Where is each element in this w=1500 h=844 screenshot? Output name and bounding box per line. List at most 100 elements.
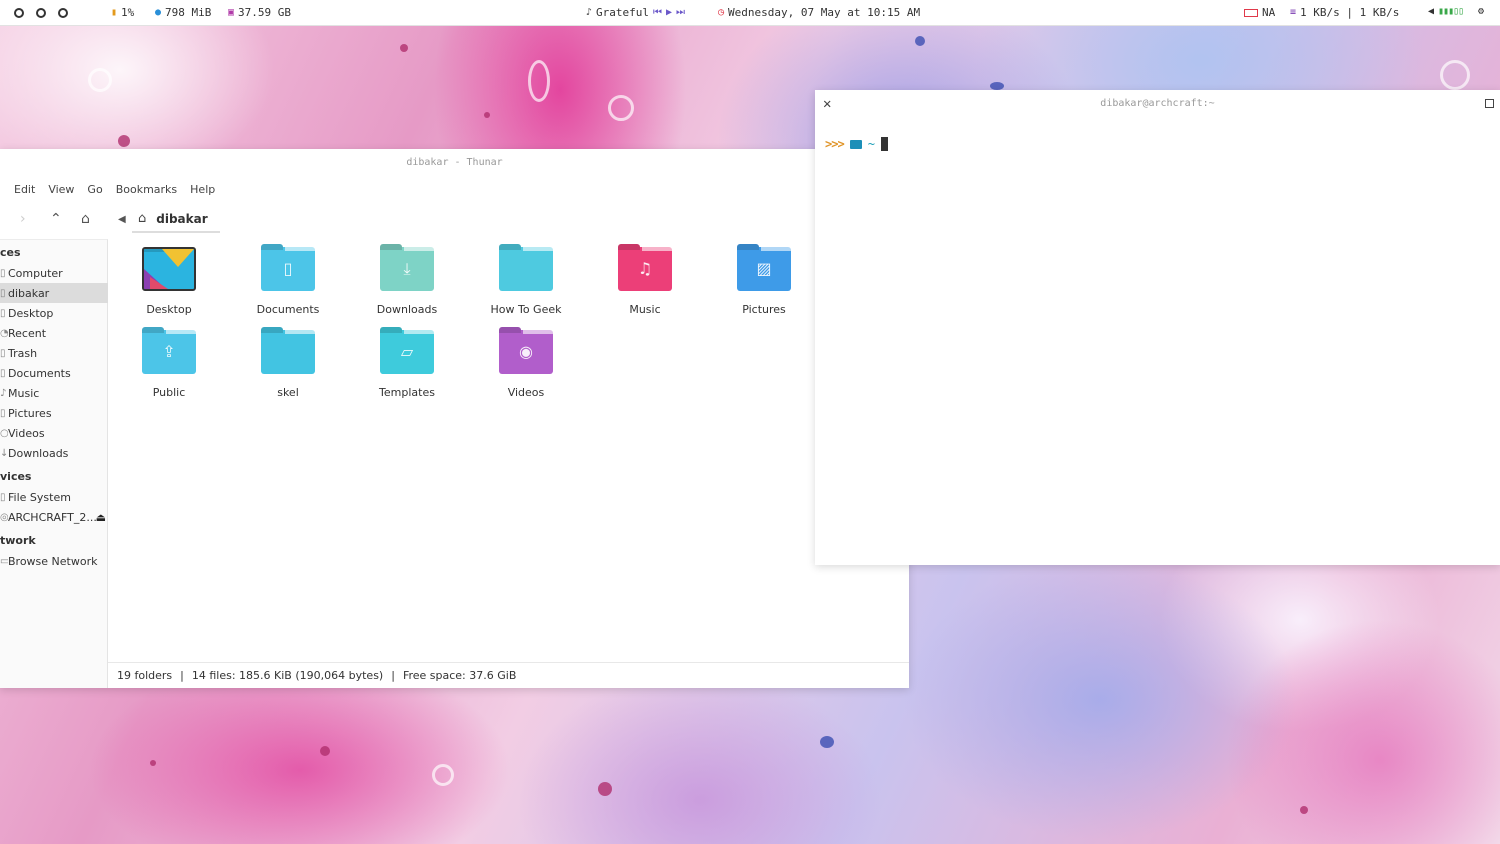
sidebar-item-browse-network[interactable]: ▭ Browse Network bbox=[0, 551, 108, 571]
file-item-documents[interactable]: ▯ Documents bbox=[233, 247, 343, 316]
pictures-folder-icon: ▨ bbox=[737, 247, 791, 291]
file-item-videos[interactable]: ◉ Videos bbox=[471, 330, 581, 399]
home-icon[interactable]: ⌂ bbox=[81, 211, 90, 227]
file-label: Templates bbox=[379, 386, 435, 399]
breadcrumb-current: dibakar bbox=[156, 211, 208, 226]
file-item-downloads[interactable]: ⤓ Downloads bbox=[352, 247, 462, 316]
volume-widget[interactable]: ◀ ▮▮▮▯▯ bbox=[1428, 6, 1464, 18]
prompt-arrows: >>> bbox=[825, 137, 845, 151]
workspace-3-button[interactable] bbox=[58, 8, 68, 18]
videos-icon: ○ bbox=[0, 427, 8, 439]
network-icon: ≡ bbox=[1290, 6, 1297, 18]
disk-icon: ▣ bbox=[228, 6, 235, 18]
file-item-desktop[interactable]: Desktop bbox=[114, 247, 224, 316]
text-cursor bbox=[880, 137, 888, 151]
menu-go[interactable]: Go bbox=[87, 183, 102, 196]
cpu-value: 1% bbox=[121, 6, 135, 19]
workspace-2-button[interactable] bbox=[36, 8, 46, 18]
play-icon[interactable]: ▶ bbox=[666, 7, 672, 19]
maximize-icon[interactable] bbox=[1485, 99, 1494, 108]
downloads-folder-icon: ⤓ bbox=[380, 247, 434, 291]
file-label: Downloads bbox=[376, 303, 438, 316]
workspace-1-button[interactable] bbox=[14, 8, 24, 18]
file-label: Music bbox=[629, 303, 661, 316]
computer-icon: ▯ bbox=[0, 267, 6, 279]
status-separator: | bbox=[391, 669, 395, 682]
battery-icon bbox=[1244, 8, 1258, 17]
videos-folder-icon: ◉ bbox=[499, 330, 553, 374]
recent-icon: ◔ bbox=[0, 327, 8, 339]
home-folder-icon: ▯ bbox=[0, 287, 6, 299]
window-title: dibakar - Thunar bbox=[406, 157, 503, 168]
sidebar-header-devices: vices bbox=[0, 470, 32, 483]
clock-widget[interactable]: ◷ Wednesday, 07 May at 10:15 AM bbox=[718, 6, 920, 19]
disc-icon: ◎ bbox=[0, 511, 8, 523]
sidebar-item-file-system[interactable]: ▯ File System bbox=[0, 487, 108, 507]
sidebar-item-downloads[interactable]: ↓ Downloads bbox=[0, 443, 108, 463]
volume-icon: ◀ bbox=[1428, 6, 1435, 17]
templates-folder-icon: ▱ bbox=[380, 330, 434, 374]
sidebar-item-documents[interactable]: ▯ Documents bbox=[0, 363, 108, 383]
sidebar-item-music[interactable]: ♪ Music bbox=[0, 383, 108, 403]
file-label: Documents bbox=[256, 303, 320, 316]
file-label: Videos bbox=[507, 386, 545, 399]
menu-bookmarks[interactable]: Bookmarks bbox=[116, 183, 177, 196]
sidebar-item-pictures[interactable]: ▯ Pictures bbox=[0, 403, 108, 423]
pictures-icon: ▯ bbox=[0, 407, 6, 419]
prompt-directory: ~ bbox=[867, 137, 875, 151]
sidebar-header-network: twork bbox=[0, 534, 36, 547]
status-bar: 19 folders | 14 files: 185.6 KiB (190,06… bbox=[108, 662, 909, 688]
sidebar-item-videos[interactable]: ○ Videos bbox=[0, 423, 108, 443]
music-widget[interactable]: ♪ Grateful ⏮ ▶ ⏭ bbox=[586, 6, 685, 19]
breadcrumb-home-icon: ⌂ bbox=[138, 211, 147, 226]
up-icon[interactable]: ⌃ bbox=[50, 211, 62, 227]
sidebar-item-trash[interactable]: ▯ Trash bbox=[0, 343, 108, 363]
downloads-icon: ↓ bbox=[0, 447, 8, 459]
menu-edit[interactable]: Edit bbox=[14, 183, 35, 196]
disk-value: 37.59 GB bbox=[238, 6, 292, 19]
previous-track-icon[interactable]: ⏮ bbox=[653, 7, 662, 19]
sidebar-item-dibakar[interactable]: ▯ dibakar bbox=[0, 283, 108, 303]
file-item-how-to-geek[interactable]: How To Geek bbox=[471, 247, 581, 316]
file-item-skel[interactable]: skel bbox=[233, 330, 343, 399]
network-value: 1 KB/s | 1 KB/s bbox=[1300, 6, 1400, 19]
terminal-window[interactable]: ✕ dibakar@archcraft:~ >>> ~ bbox=[815, 90, 1500, 565]
menu-view[interactable]: View bbox=[48, 183, 74, 196]
menu-bar: Edit View Go Bookmarks Help bbox=[14, 183, 215, 196]
desktop-icon: ▯ bbox=[0, 307, 6, 319]
next-track-icon[interactable]: ⏭ bbox=[676, 7, 685, 19]
music-icon: ♪ bbox=[586, 6, 593, 18]
breadcrumb-left-icon[interactable]: ◀ bbox=[118, 214, 126, 225]
settings-widget[interactable]: ⚙ bbox=[1478, 6, 1484, 18]
music-track: Grateful bbox=[596, 6, 650, 19]
menu-help[interactable]: Help bbox=[190, 183, 215, 196]
folder-icon bbox=[849, 139, 862, 149]
settings-icon[interactable]: ⚙ bbox=[1478, 6, 1484, 18]
breadcrumb[interactable]: ⌂ dibakar bbox=[138, 211, 208, 226]
volume-level-icon: ▮▮▮▯▯ bbox=[1438, 6, 1464, 17]
file-item-templates[interactable]: ▱ Templates bbox=[352, 330, 462, 399]
file-item-music[interactable]: ♫ Music bbox=[590, 247, 700, 316]
network-folder-icon: ▭ bbox=[0, 555, 8, 567]
datetime-text: Wednesday, 07 May at 10:15 AM bbox=[728, 6, 921, 19]
breadcrumb-underline bbox=[132, 231, 220, 233]
sidebar-item-archcraft[interactable]: ◎ ARCHCRAFT_2... ⏏ bbox=[0, 507, 108, 527]
public-folder-icon: ⇪ bbox=[142, 330, 196, 374]
music-folder-icon: ♪ bbox=[0, 387, 7, 399]
folder-icon bbox=[499, 247, 553, 291]
eject-icon[interactable]: ⏏ bbox=[96, 511, 106, 524]
file-label: Desktop bbox=[146, 303, 192, 316]
sidebar-item-computer[interactable]: ▯ Computer bbox=[0, 263, 108, 283]
memory-value: 798 MiB bbox=[165, 6, 212, 19]
status-folders: 19 folders bbox=[117, 669, 173, 682]
sidebar-item-desktop[interactable]: ▯ Desktop bbox=[0, 303, 108, 323]
sidebar-item-recent[interactable]: ◔ Recent bbox=[0, 323, 108, 343]
battery-value: NA bbox=[1262, 6, 1276, 19]
sidebar: ces ▯ Computer ▯ dibakar ▯ Desktop ◔ Recent … bbox=[0, 239, 108, 688]
forward-icon[interactable]: › bbox=[20, 211, 26, 227]
file-item-public[interactable]: ⇪ Public bbox=[114, 330, 224, 399]
file-manager-window: dibakar - Thunar Edit View Go Bookmarks … bbox=[0, 149, 909, 688]
file-item-pictures[interactable]: ▨ Pictures bbox=[709, 247, 819, 316]
desktop-folder-icon bbox=[142, 247, 196, 291]
cpu-widget: ▮ 1% bbox=[111, 6, 134, 19]
